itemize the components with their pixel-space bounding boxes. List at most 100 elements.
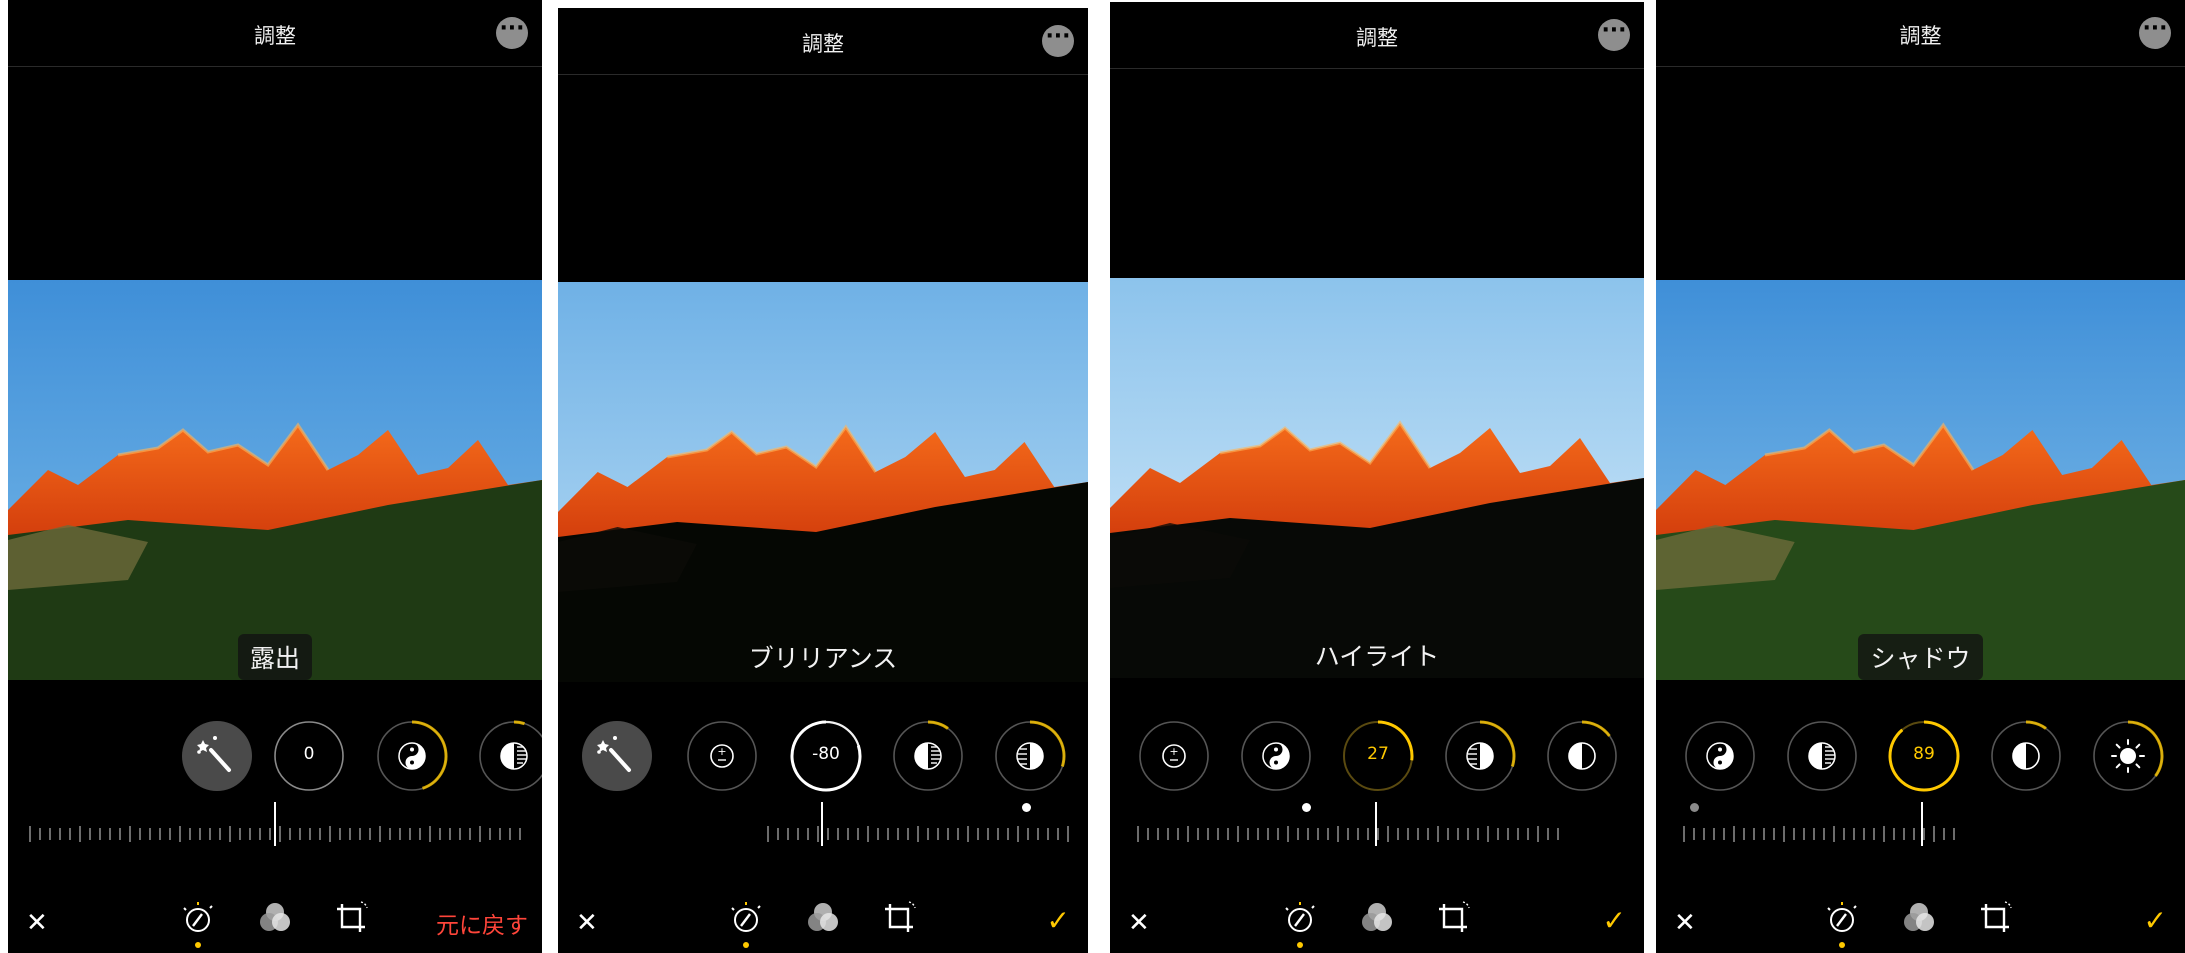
tab-filters[interactable] xyxy=(803,898,843,938)
tab-crop[interactable] xyxy=(879,898,919,938)
shadows-dial[interactable] xyxy=(994,720,1066,792)
dial-value: -80 xyxy=(812,744,840,764)
header: 調整 ··· xyxy=(558,8,1088,75)
cancel-button[interactable]: ✕ xyxy=(26,908,48,938)
selected-tab-indicator xyxy=(1839,942,1845,948)
header: 調整 ··· xyxy=(1656,0,2185,67)
selected-tab-indicator xyxy=(743,942,749,948)
highlights-dial[interactable] xyxy=(1786,720,1858,792)
brilliance-dial[interactable]: -80 xyxy=(790,720,862,792)
highlights-dial[interactable]: 27 xyxy=(1342,720,1414,792)
brilliance-dial[interactable] xyxy=(1684,720,1756,792)
adjust-icon xyxy=(183,902,213,932)
contrast-icon xyxy=(2012,742,2040,770)
screen-brilliance: 調整 ··· ブリリアンス + -80 ✕ ✓ xyxy=(558,8,1088,953)
bottom-toolbar: ✕ ✓ xyxy=(1110,895,1644,953)
done-button[interactable]: ✓ xyxy=(2144,904,2167,937)
more-options-button[interactable]: ··· xyxy=(1598,19,1630,51)
brilliance-icon xyxy=(1262,742,1290,770)
shadows-icon xyxy=(1466,742,1494,770)
adjustment-slider[interactable] xyxy=(1110,800,1644,850)
photo-preview[interactable] xyxy=(1110,278,1644,678)
bottom-toolbar: ✕ ✓ xyxy=(1656,895,2185,953)
done-button[interactable]: ✓ xyxy=(1603,904,1626,937)
exposure-dial[interactable]: + xyxy=(1138,720,1210,792)
svg-text:+: + xyxy=(717,745,726,758)
screen-shadows: 調整 ··· シャドウ 89 ✕ ✓ xyxy=(1656,0,2185,953)
highlights-dial[interactable] xyxy=(892,720,964,792)
tab-crop[interactable] xyxy=(1975,898,2015,938)
tab-adjust[interactable] xyxy=(178,898,218,938)
adjustment-label: 露出 xyxy=(8,634,542,680)
dial-value: 0 xyxy=(303,744,315,764)
cancel-button[interactable]: ✕ xyxy=(1128,908,1150,938)
yin-yang-icon xyxy=(398,742,426,770)
dial-value: 27 xyxy=(1367,744,1389,764)
tab-filters[interactable] xyxy=(255,898,295,938)
dial-value: 89 xyxy=(1913,744,1935,764)
brightness-icon xyxy=(2111,739,2145,773)
selected-tab-indicator xyxy=(195,942,201,948)
photo-preview[interactable] xyxy=(8,280,542,680)
shadows-dial[interactable]: 89 xyxy=(1888,720,1960,792)
crop-icon xyxy=(1981,901,2012,932)
tab-crop[interactable] xyxy=(331,898,371,938)
slider-origin-marker xyxy=(1690,803,1699,812)
more-options-button[interactable]: ··· xyxy=(1042,25,1074,57)
tab-adjust[interactable] xyxy=(726,898,766,938)
photo-preview[interactable] xyxy=(1656,280,2185,680)
brightness-dial[interactable] xyxy=(2092,720,2164,792)
filters-icon xyxy=(1362,903,1392,931)
adjustment-label: ハイライト xyxy=(1314,642,1440,671)
brilliance-dial[interactable] xyxy=(1240,720,1312,792)
tab-crop[interactable] xyxy=(1433,898,1473,938)
tab-filters[interactable] xyxy=(1899,898,1939,938)
adjustment-slider[interactable] xyxy=(1656,800,2185,850)
adjustment-dial-row[interactable]: + 27 xyxy=(1110,720,1644,794)
tab-filters[interactable] xyxy=(1357,898,1397,938)
screen-title: 調整 xyxy=(802,32,844,56)
magic-wand-dial[interactable] xyxy=(181,720,253,792)
selected-tab-indicator xyxy=(1297,942,1303,948)
yin-yang-dial[interactable] xyxy=(376,720,448,792)
cancel-button[interactable]: ✕ xyxy=(1674,908,1696,938)
adjustment-label: ブリリアンス xyxy=(748,644,898,673)
slider-origin-marker xyxy=(1022,803,1031,812)
adjustment-dial-row[interactable]: 0 xyxy=(8,720,542,794)
screen-title: 調整 xyxy=(254,24,296,48)
magic-wand-icon xyxy=(597,736,631,772)
more-options-button[interactable]: ··· xyxy=(2139,17,2171,49)
adjustment-dial-row[interactable]: + -80 xyxy=(558,720,1088,794)
exposure-dial[interactable]: 0 xyxy=(273,720,345,792)
crop-icon xyxy=(1439,901,1470,932)
adjust-icon xyxy=(1285,902,1315,932)
tab-adjust[interactable] xyxy=(1822,898,1862,938)
exposure-dial[interactable]: + xyxy=(686,720,758,792)
shadows-icon xyxy=(1016,742,1044,770)
adjustment-slider[interactable] xyxy=(558,800,1088,850)
crop-icon xyxy=(337,901,368,932)
cancel-button[interactable]: ✕ xyxy=(576,908,598,938)
adjustment-slider[interactable] xyxy=(8,800,542,850)
bottom-toolbar: ✕ 元に戻す xyxy=(8,895,542,953)
photo-preview[interactable] xyxy=(558,282,1088,682)
tab-adjust[interactable] xyxy=(1280,898,1320,938)
done-button[interactable]: ✓ xyxy=(1047,904,1070,937)
highlights-icon xyxy=(914,742,942,770)
screen-highlights: 調整 ··· ハイライト + 27 ✕ ✓ xyxy=(1110,2,1644,953)
screen-title: 調整 xyxy=(1356,26,1398,50)
magic-wand-dial[interactable] xyxy=(581,720,653,792)
filters-icon xyxy=(808,903,838,931)
revert-button[interactable]: 元に戻す xyxy=(436,906,528,940)
screen-title: 調整 xyxy=(1899,24,1942,48)
contrast-icon xyxy=(1568,742,1596,770)
highlights-icon xyxy=(500,742,528,770)
adjust-icon xyxy=(1827,902,1857,932)
contrast-dial[interactable] xyxy=(1546,720,1618,792)
highlights-dial[interactable] xyxy=(478,720,542,792)
shadows-dial[interactable] xyxy=(1444,720,1516,792)
contrast-dial[interactable] xyxy=(1990,720,2062,792)
more-options-button[interactable]: ··· xyxy=(496,17,528,49)
adjustment-dial-row[interactable]: 89 xyxy=(1656,720,2185,794)
filters-icon xyxy=(260,903,290,931)
